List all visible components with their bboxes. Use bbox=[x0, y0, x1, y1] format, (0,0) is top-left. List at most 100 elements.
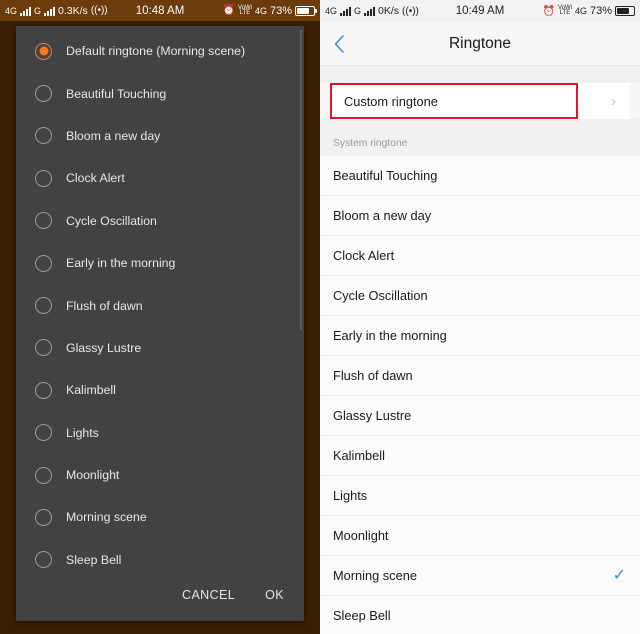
ringtone-radio-label: Lights bbox=[66, 425, 99, 440]
ringtone-radio-label: Glassy Lustre bbox=[66, 340, 142, 355]
battery-percent-label: 73% bbox=[269, 4, 292, 17]
ringtone-radio-row[interactable]: Moonlight bbox=[16, 454, 304, 496]
dual-screenshot-container: 4G G 0.3K/s ((•)) 10:48 AM ⏰ VoWi LTE 4G… bbox=[0, 0, 640, 634]
ringtone-list-row[interactable]: Lights bbox=[320, 476, 640, 516]
ringtone-radio-label: Flush of dawn bbox=[66, 298, 143, 313]
left-screen: 4G G 0.3K/s ((•)) 10:48 AM ⏰ VoWi LTE 4G… bbox=[0, 0, 320, 634]
radio-button-icon[interactable] bbox=[35, 297, 52, 315]
radio-button-icon[interactable] bbox=[35, 212, 52, 230]
ringtone-radio-label: Kalimbell bbox=[66, 383, 116, 398]
right-status-right-group: ⏰ VoWi LTE 4G 73% bbox=[542, 5, 637, 17]
system-ringtone-section-header: System ringtone bbox=[320, 131, 640, 156]
wifi-cast-icon: ((•)) bbox=[90, 5, 108, 16]
ringtone-radio-row[interactable]: Default ringtone (Morning scene) bbox=[16, 30, 304, 72]
ringtone-list-row[interactable]: Cycle Oscillation bbox=[320, 276, 640, 316]
ringtone-radio-row[interactable]: Flush of dawn bbox=[16, 284, 304, 326]
volte-icon: VoWi LTE bbox=[558, 5, 572, 16]
radio-button-icon[interactable] bbox=[35, 551, 52, 569]
back-button[interactable] bbox=[320, 22, 358, 66]
ringtone-list-row[interactable]: Bloom a new day bbox=[320, 196, 640, 236]
alarm-clock-icon: ⏰ bbox=[542, 5, 555, 17]
ringtone-radio-label: Default ringtone (Morning scene) bbox=[66, 44, 246, 59]
volte-bottom-label: LTE bbox=[239, 9, 251, 16]
ringtone-item-label: Cycle Oscillation bbox=[333, 288, 428, 303]
chevron-right-icon: › bbox=[611, 92, 616, 110]
ringtone-list-row[interactable]: Beautiful Touching bbox=[320, 156, 640, 196]
ringtone-radio-row[interactable]: Kalimbell bbox=[16, 369, 304, 411]
ringtone-radio-label: Beautiful Touching bbox=[66, 86, 167, 101]
ringtone-item-label: Lights bbox=[333, 488, 368, 503]
custom-ringtone-section: Custom ringtone › bbox=[320, 83, 640, 119]
ringtone-radio-label: Early in the morning bbox=[66, 256, 176, 271]
network-type-2-label: G bbox=[34, 5, 42, 16]
ringtone-radio-label: Morning scene bbox=[66, 510, 147, 525]
battery-icon bbox=[295, 5, 317, 16]
alarm-clock-icon: ⏰ bbox=[222, 5, 235, 16]
volte-bottom-label: LTE bbox=[559, 10, 571, 16]
ringtone-radio-row[interactable]: Beautiful Touching bbox=[16, 72, 304, 114]
ringtone-list-row[interactable]: Glassy Lustre bbox=[320, 396, 640, 436]
radio-button-icon[interactable] bbox=[35, 424, 52, 442]
ringtone-radio-row[interactable]: Lights bbox=[16, 412, 304, 454]
radio-button-icon[interactable] bbox=[35, 254, 52, 272]
ringtone-radio-row[interactable]: Bloom a new day bbox=[16, 115, 304, 157]
network-right-label: 4G bbox=[574, 6, 587, 16]
ringtone-item-label: Moonlight bbox=[333, 528, 389, 543]
custom-ringtone-row[interactable]: Custom ringtone › bbox=[330, 83, 630, 119]
ringtone-list-row[interactable]: Moonlight bbox=[320, 516, 640, 556]
custom-ringtone-label: Custom ringtone bbox=[344, 93, 438, 109]
ringtone-item-label: Kalimbell bbox=[333, 448, 385, 463]
radio-button-icon[interactable] bbox=[35, 169, 52, 187]
ok-button[interactable]: OK bbox=[265, 588, 284, 602]
left-status-bar: 4G G 0.3K/s ((•)) 10:48 AM ⏰ VoWi LTE 4G… bbox=[0, 0, 320, 21]
ringtone-item-label: Flush of dawn bbox=[333, 368, 413, 383]
volte-icon: VoWi LTE bbox=[238, 5, 252, 16]
dialog-scrollbar[interactable] bbox=[299, 30, 302, 330]
ringtone-item-label: Early in the morning bbox=[333, 328, 447, 343]
radio-button-icon[interactable] bbox=[35, 339, 52, 357]
ringtone-list-row[interactable]: Sleep Bell bbox=[320, 596, 640, 634]
system-ringtone-list: Beautiful Touching Bloom a new day Clock A… bbox=[320, 156, 640, 634]
page-title: Ringtone bbox=[448, 34, 512, 52]
page-header: Ringtone bbox=[320, 22, 640, 66]
ringtone-item-label: Glassy Lustre bbox=[333, 408, 412, 423]
ringtone-radio-row[interactable]: Glassy Lustre bbox=[16, 327, 304, 369]
cancel-button[interactable]: CANCEL bbox=[182, 588, 235, 602]
ringtone-radio-row[interactable]: Early in the morning bbox=[16, 242, 304, 284]
ringtone-radio-row[interactable]: Cycle Oscillation bbox=[16, 200, 304, 242]
ringtone-radio-label: Sleep Bell bbox=[66, 552, 122, 567]
ringtone-item-label: Beautiful Touching bbox=[333, 168, 438, 183]
chevron-left-icon bbox=[333, 34, 345, 54]
ringtone-radio-row[interactable]: Morning scene bbox=[16, 496, 304, 538]
ringtone-list-row[interactable]: Early in the morning bbox=[320, 316, 640, 356]
ringtone-list-row[interactable]: Clock Alert bbox=[320, 236, 640, 276]
radio-button-icon[interactable] bbox=[35, 127, 52, 145]
ringtone-radio-row[interactable]: Clock Alert bbox=[16, 157, 304, 199]
ringtone-radio-label: Clock Alert bbox=[66, 171, 125, 186]
ringtone-list-row[interactable]: Kalimbell bbox=[320, 436, 640, 476]
ringtone-list-row[interactable]: Morning scene ✓ bbox=[320, 556, 640, 596]
network-right-label: 4G bbox=[254, 5, 267, 16]
radio-button-icon[interactable] bbox=[35, 381, 52, 399]
signal-bars-1-icon bbox=[20, 6, 32, 16]
ringtone-radio-row[interactable]: Sleep Bell bbox=[16, 539, 304, 569]
ringtone-radio-label: Cycle Oscillation bbox=[66, 213, 157, 228]
data-rate-label: 0.3K/s bbox=[58, 4, 88, 17]
ringtone-list-row[interactable]: Flush of dawn bbox=[320, 356, 640, 396]
left-status-left-group: 4G G 0.3K/s ((•)) bbox=[5, 5, 108, 17]
radio-button-icon[interactable] bbox=[35, 85, 52, 103]
radio-button-selected-icon[interactable] bbox=[35, 42, 52, 60]
ringtone-item-label: Morning scene bbox=[333, 568, 417, 583]
ringtone-radio-label: Bloom a new day bbox=[66, 128, 161, 143]
ringtone-item-label: Sleep Bell bbox=[333, 608, 391, 623]
ringtone-item-label: Clock Alert bbox=[333, 248, 395, 263]
dialog-action-bar: CANCEL OK bbox=[16, 569, 304, 621]
ringtone-picker-dialog: Default ringtone (Morning scene) Beautifu… bbox=[16, 26, 304, 621]
ringtone-radio-list[interactable]: Default ringtone (Morning scene) Beautifu… bbox=[16, 26, 304, 569]
radio-button-icon[interactable] bbox=[35, 508, 52, 526]
radio-button-icon[interactable] bbox=[35, 466, 52, 484]
custom-section-gap bbox=[320, 119, 640, 131]
left-status-right-group: ⏰ VoWi LTE 4G 73% bbox=[222, 4, 317, 17]
signal-bars-2-icon bbox=[44, 6, 56, 16]
network-type-1-label: 4G bbox=[5, 5, 18, 16]
